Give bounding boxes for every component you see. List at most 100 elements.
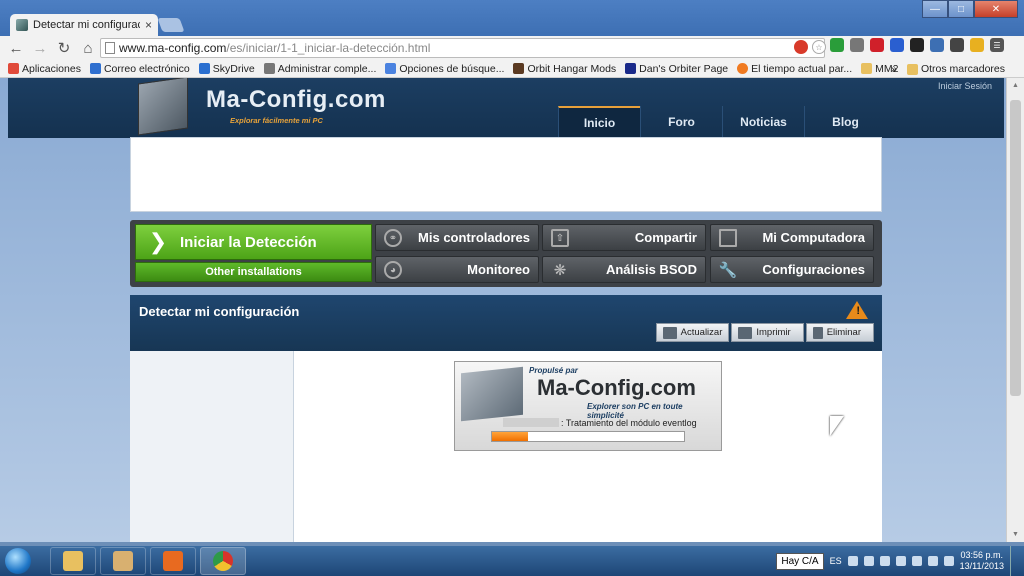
banner-area (130, 137, 882, 212)
panel-title: Detectar mi configuración (139, 304, 300, 319)
new-tab-button[interactable] (157, 18, 185, 32)
extension-window-icon[interactable] (930, 38, 944, 52)
language-indicator[interactable]: ES (830, 556, 842, 566)
login-link[interactable]: Iniciar Sesión (938, 81, 992, 91)
panel-sidebar (130, 351, 294, 542)
scroll-thumb[interactable] (1010, 100, 1021, 396)
library-icon (113, 551, 133, 571)
share-button[interactable]: ⇧ Compartir (542, 224, 706, 251)
gauge-icon: ◕ (384, 261, 402, 279)
bookmark-weather[interactable]: El tiempo actual par... (737, 63, 852, 75)
logo-cube-icon[interactable] (138, 78, 188, 136)
bookmark-orbit[interactable]: Orbit Hangar Mods (513, 63, 616, 75)
extension-red-icon[interactable] (870, 38, 884, 52)
network-icon[interactable] (911, 556, 922, 566)
taskbar-media[interactable] (150, 547, 196, 575)
folder-icon (861, 63, 873, 74)
settings-label: Configuraciones (762, 262, 865, 277)
bookmark-star-icon[interactable]: ☆ (812, 40, 826, 54)
extension-flag-icon[interactable] (970, 38, 984, 52)
extension-black-icon[interactable] (910, 38, 924, 52)
extension-gray-icon[interactable] (850, 38, 864, 52)
browser-tab[interactable]: Detectar mi configuración × (10, 14, 158, 36)
drivers-button[interactable]: ⚭ Mis controladores (375, 224, 539, 251)
volume-icon[interactable] (943, 556, 954, 566)
computer-button[interactable]: Mi Computadora (710, 224, 874, 251)
start-detection-button[interactable]: ❯ Iniciar la Detección (135, 224, 372, 260)
other-installations-button[interactable]: Other installations (135, 262, 372, 282)
tray-arrow-icon[interactable] (847, 556, 858, 566)
monitoring-label: Monitoreo (467, 262, 530, 277)
tray-app-icon[interactable] (863, 556, 874, 566)
browser-titlebar: Detectar mi configuración × — □ ✕ (0, 0, 1024, 36)
bookmark-search[interactable]: Opciones de búsque... (385, 63, 504, 75)
bookmark-label: Orbit Hangar Mods (527, 62, 617, 75)
forward-icon[interactable]: → (32, 40, 48, 57)
start-detection-label: Iniciar la Detección (180, 233, 317, 251)
address-bar[interactable]: www.ma-config.com/es/iniciar/1-1_iniciar… (100, 38, 826, 58)
delete-label: Eliminar (826, 327, 861, 338)
bookmark-apps[interactable]: Aplicaciones (8, 63, 81, 75)
page-scrollbar[interactable]: ▲ ▼ (1006, 78, 1024, 542)
system-tray: Hay C/A ES 03:56 p.m. 13/11/2013 (776, 546, 1020, 576)
site-tagline: Explorar fácilmente mi PC (230, 116, 323, 125)
progress-bar (491, 431, 685, 442)
bookmarks-overflow-icon[interactable]: » (891, 63, 897, 75)
home-icon[interactable]: ⌂ (80, 40, 96, 57)
bookmark-label: Administrar comple... (277, 62, 377, 75)
microphone-icon[interactable] (890, 38, 904, 52)
flag-icon[interactable] (927, 556, 938, 566)
clock[interactable]: 03:56 p.m. 13/11/2013 (960, 550, 1004, 572)
bug-icon: ❋ (553, 262, 567, 279)
nav-blog[interactable]: Blog (804, 106, 886, 138)
monitoring-button[interactable]: ◕ Monitoreo (375, 256, 539, 283)
bookmark-skydrive[interactable]: SkyDrive (198, 63, 255, 75)
show-desktop-button[interactable] (1010, 546, 1020, 576)
bsod-button[interactable]: ❋ Análisis BSOD (542, 256, 706, 283)
adblock-icon[interactable] (794, 40, 808, 54)
nav-foro[interactable]: Foro (640, 106, 722, 138)
print-button[interactable]: Imprimir (731, 323, 804, 342)
detection-loader: Propulsé par Ma-Config.com Explorer son … (454, 361, 722, 451)
bookmark-extensions[interactable]: Administrar comple... (263, 62, 377, 75)
back-icon[interactable]: ← (8, 40, 24, 57)
bookmark-others[interactable]: Otros marcadores (906, 63, 1005, 75)
bookmark-mail[interactable]: Correo electrónico (89, 63, 190, 75)
puzzle-icon (263, 63, 275, 74)
taskbar-chrome[interactable] (200, 547, 246, 575)
scroll-up-icon[interactable]: ▲ (1010, 82, 1021, 89)
outlook-icon (89, 63, 101, 74)
cloud-icon (198, 63, 210, 74)
tray-power-icon[interactable] (879, 556, 890, 566)
clock-date: 13/11/2013 (959, 561, 1004, 571)
close-window-button[interactable]: ✕ (974, 0, 1018, 18)
signal-icon[interactable] (895, 556, 906, 566)
extensions-bar: ☰ (830, 38, 1004, 52)
bookmark-dans[interactable]: Dan's Orbiter Page (625, 63, 728, 75)
nav-inicio[interactable]: Inicio (558, 106, 640, 138)
site-logo[interactable]: Ma-Config.com (206, 86, 386, 114)
bookmark-label: Otros marcadores (920, 63, 1005, 75)
settings-button[interactable]: 🔧 Configuraciones (710, 256, 874, 283)
scroll-down-icon[interactable]: ▼ (1010, 531, 1021, 538)
reload-icon[interactable]: ↻ (56, 39, 72, 57)
extension-green-icon[interactable] (830, 38, 844, 52)
start-button[interactable] (0, 546, 36, 576)
nav-noticias[interactable]: Noticias (722, 106, 804, 138)
mouse-cursor-icon (830, 416, 844, 436)
page-viewport: Ma-Config.com Explorar fácilmente mi PC … (0, 78, 1006, 542)
delete-button[interactable]: Eliminar (805, 323, 874, 342)
keyboard-icon[interactable] (950, 38, 964, 52)
menu-icon[interactable]: ☰ (990, 38, 1004, 52)
media-player-icon (163, 551, 183, 571)
main-nav: Inicio Foro Noticias Blog (558, 106, 886, 138)
minimize-button[interactable]: — (922, 0, 948, 18)
close-tab-icon[interactable]: × (145, 18, 152, 32)
taskbar-explorer[interactable] (50, 547, 96, 575)
site-header: Ma-Config.com Explorar fácilmente mi PC … (8, 78, 1004, 138)
url-path: /es/iniciar/1-1_iniciar-la-detección.htm… (226, 41, 431, 55)
refresh-icon (662, 326, 677, 339)
taskbar-libraries[interactable] (100, 547, 146, 575)
refresh-button[interactable]: Actualizar (655, 323, 730, 342)
maximize-button[interactable]: □ (948, 0, 974, 18)
